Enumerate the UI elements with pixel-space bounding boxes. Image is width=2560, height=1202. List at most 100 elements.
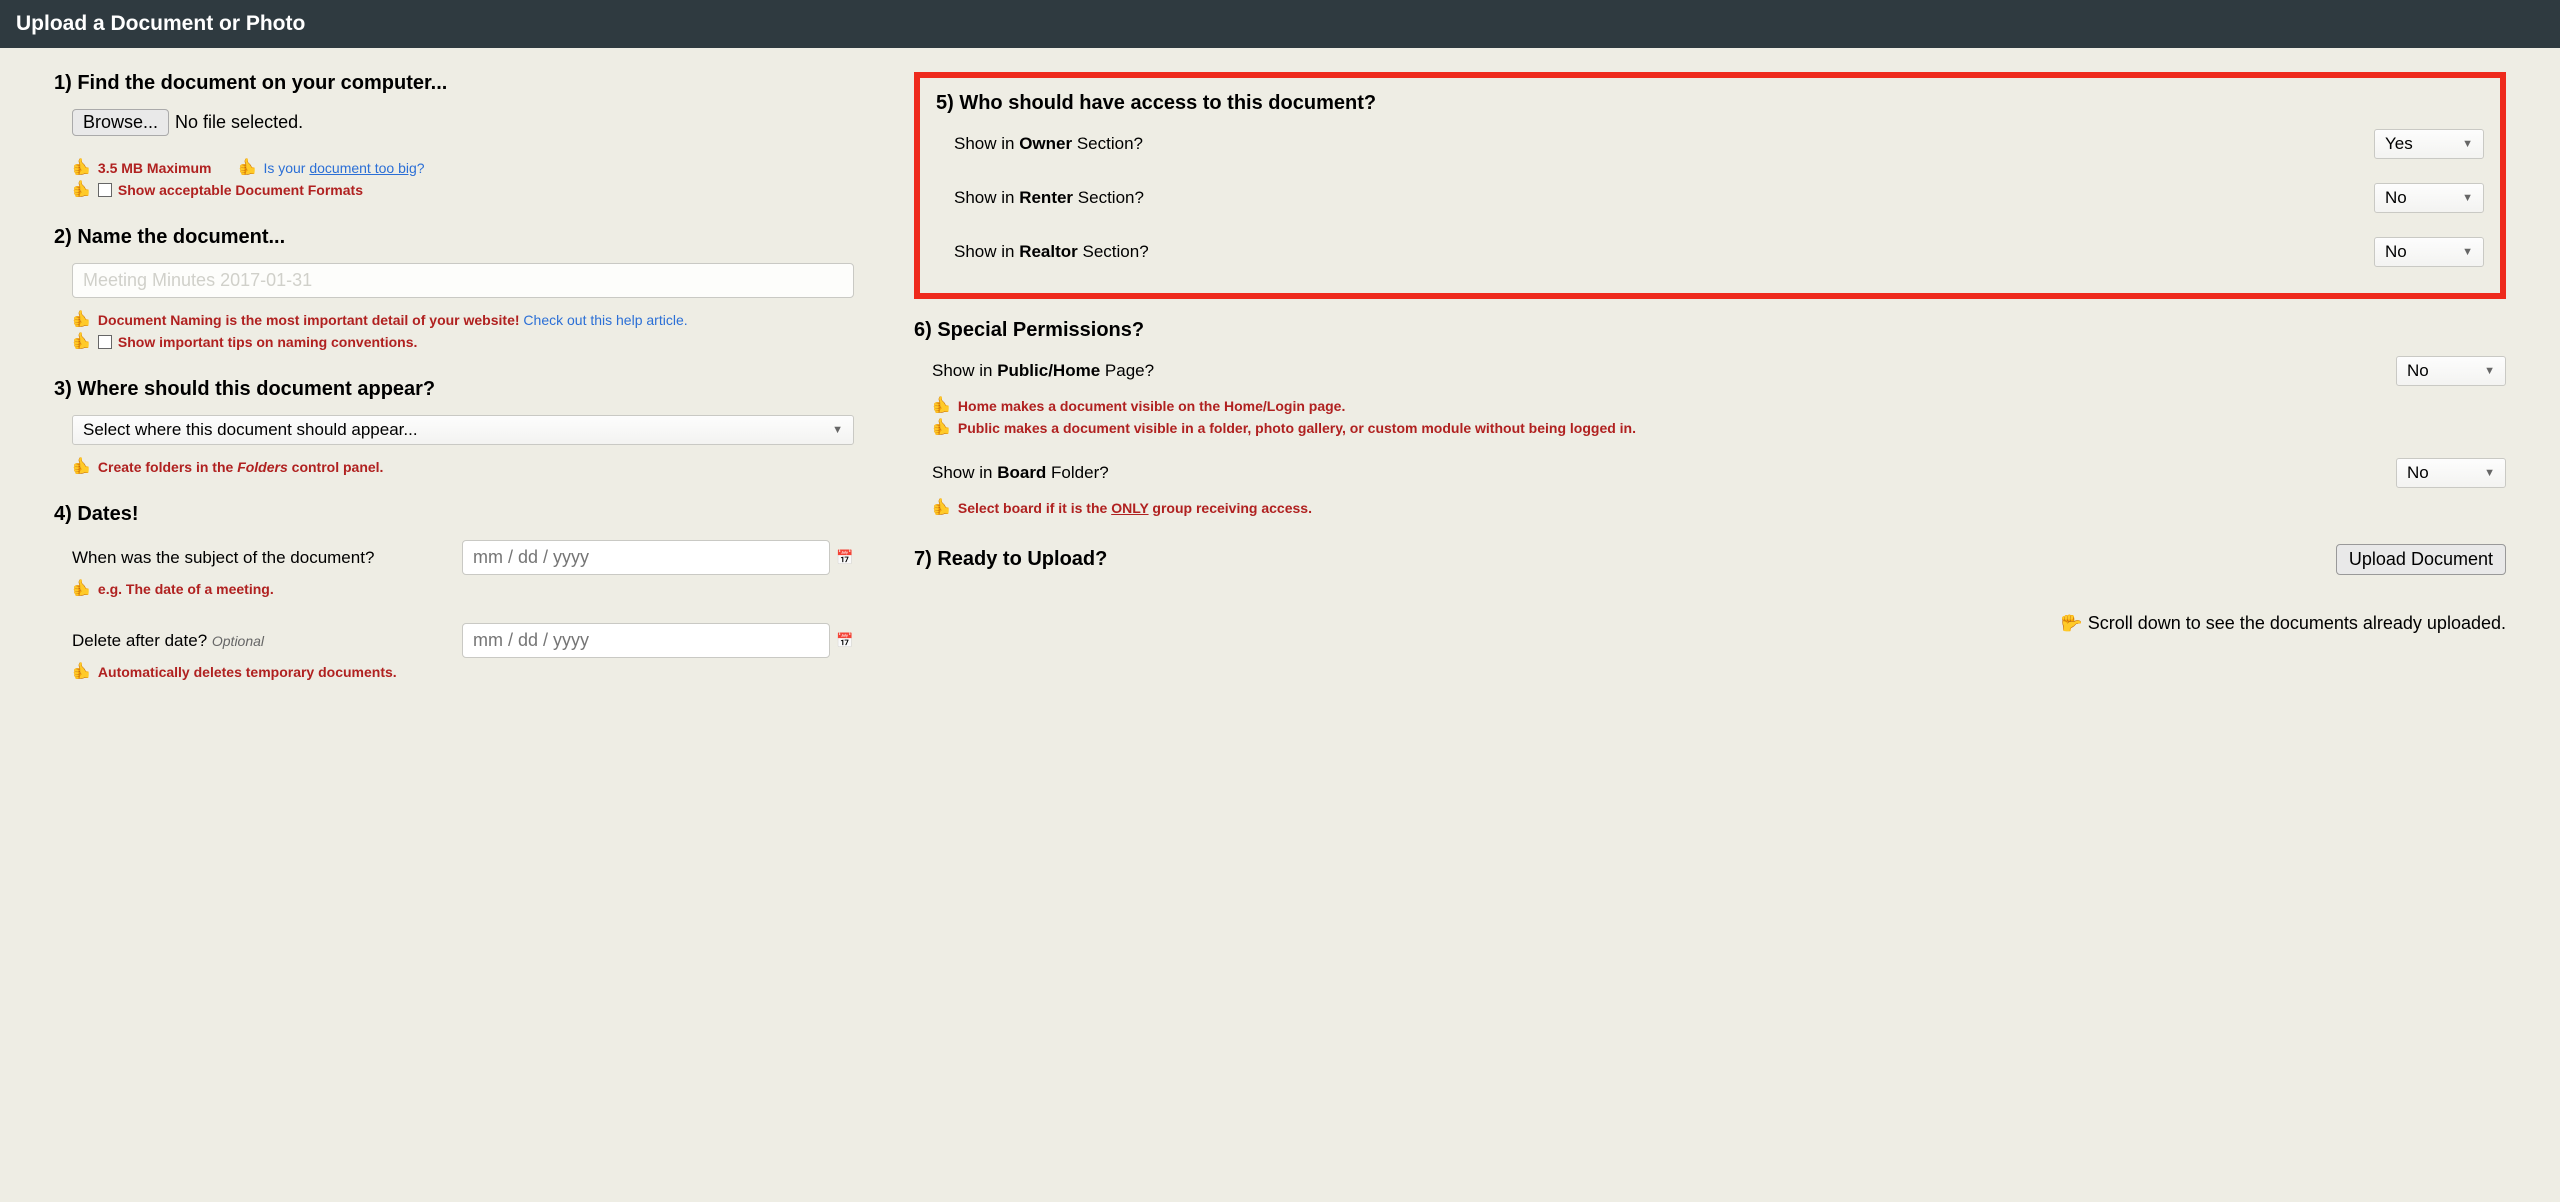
board-post: Folder? xyxy=(1046,463,1108,482)
chevron-down-icon: ▼ xyxy=(832,424,843,436)
location-select-value: Select where this document should appear… xyxy=(83,420,418,440)
left-column: 1) Find the document on your computer...… xyxy=(54,72,854,708)
tip-icon: 👍 xyxy=(238,160,258,176)
board-tip-2: group receiving access. xyxy=(1149,500,1312,516)
section-name-document: 2) Name the document... 👍 Document Namin… xyxy=(54,226,854,350)
tip-icon: 👍 xyxy=(72,182,92,198)
section-1-title: 1) Find the document on your computer... xyxy=(54,72,854,95)
renter-bold: Renter xyxy=(1019,188,1073,207)
tip-icon: 👍 xyxy=(72,312,92,328)
realtor-select-value: No xyxy=(2385,242,2407,262)
section-6-title: 6) Special Permissions? xyxy=(914,319,2506,342)
no-file-label: No file selected. xyxy=(175,112,303,133)
calendar-icon[interactable]: 📅 xyxy=(836,632,854,650)
upload-document-button[interactable]: Upload Document xyxy=(2336,544,2506,575)
folders-tip-3: control panel. xyxy=(288,459,384,475)
section-3-title: 3) Where should this document appear? xyxy=(54,378,854,401)
renter-select[interactable]: No ▼ xyxy=(2374,183,2484,213)
realtor-pre: Show in xyxy=(954,242,1019,261)
tip-icon: 👍 xyxy=(932,398,952,414)
tip-icon: 👍 xyxy=(72,581,92,597)
scroll-hint-text: Scroll down to see the documents already… xyxy=(2088,613,2506,633)
renter-select-value: No xyxy=(2385,188,2407,208)
is-your-label: Is your xyxy=(263,160,309,176)
browse-button[interactable]: Browse... xyxy=(72,109,169,136)
tip-icon: 👍 xyxy=(72,664,92,680)
owner-pre: Show in xyxy=(954,134,1019,153)
access-highlight-box: 5) Who should have access to this docume… xyxy=(914,72,2506,299)
public-folder-bold: folder, photo gallery, or custom module xyxy=(1209,420,1471,436)
public-end: without being logged in. xyxy=(1471,420,1636,436)
document-name-input[interactable] xyxy=(72,263,854,298)
section-5-title: 5) Who should have access to this docume… xyxy=(936,92,2484,115)
owner-select[interactable]: Yes ▼ xyxy=(2374,129,2484,159)
naming-tips-checkbox[interactable] xyxy=(98,335,112,349)
home-rest: makes a document visible on the xyxy=(997,398,1224,414)
public-select[interactable]: No ▼ xyxy=(2396,356,2506,386)
section-upload: 7) Ready to Upload? Upload Document 👍 Sc… xyxy=(914,544,2506,634)
section-7-title: 7) Ready to Upload? xyxy=(914,548,1107,571)
section-dates: 4) Dates! When was the subject of the do… xyxy=(54,503,854,680)
renter-pre: Show in xyxy=(954,188,1019,207)
show-formats-label[interactable]: Show acceptable Document Formats xyxy=(118,182,363,198)
tip-icon: 👍 xyxy=(932,500,952,516)
tip-icon: 👍 xyxy=(72,334,92,350)
chevron-down-icon: ▼ xyxy=(2462,192,2473,204)
realtor-bold: Realtor xyxy=(1019,242,1078,261)
question-mark: ? xyxy=(417,160,425,176)
subject-date-tip: e.g. The date of a meeting. xyxy=(98,581,274,597)
delete-date-input[interactable] xyxy=(462,623,830,658)
page-body: 1) Find the document on your computer...… xyxy=(0,48,2560,748)
formats-checkbox[interactable] xyxy=(98,183,112,197)
delete-date-label: Delete after date? xyxy=(72,631,212,650)
section-2-title: 2) Name the document... xyxy=(54,226,854,249)
public-bold-2: Public xyxy=(958,420,1000,436)
home-end: page. xyxy=(1305,398,1345,414)
section-special-permissions: 6) Special Permissions? Show in Public/H… xyxy=(914,319,2506,516)
naming-tips-label[interactable]: Show important tips on naming convention… xyxy=(118,334,417,350)
owner-select-value: Yes xyxy=(2385,134,2413,154)
chevron-down-icon: ▼ xyxy=(2484,365,2495,377)
home-login-bold: Home/Login xyxy=(1224,398,1305,414)
board-pre: Show in xyxy=(932,463,997,482)
naming-help-link[interactable]: Check out this help article. xyxy=(523,312,687,328)
public-post: Page? xyxy=(1100,361,1154,380)
section-find-document: 1) Find the document on your computer...… xyxy=(54,72,854,198)
section-4-title: 4) Dates! xyxy=(54,503,854,526)
public-rest: makes a document visible in a xyxy=(1000,420,1209,436)
delete-date-tip: Automatically deletes temporary document… xyxy=(98,664,397,680)
tip-icon: 👍 xyxy=(72,160,92,176)
public-pre: Show in xyxy=(932,361,997,380)
subject-date-input[interactable] xyxy=(462,540,830,575)
tip-icon: 👍 xyxy=(932,420,952,436)
realtor-select[interactable]: No ▼ xyxy=(2374,237,2484,267)
chevron-down-icon: ▼ xyxy=(2462,138,2473,150)
subject-date-label: When was the subject of the document? xyxy=(72,548,452,568)
naming-important-label: Document Naming is the most important de… xyxy=(98,312,524,328)
doc-too-big-link[interactable]: document too big xyxy=(309,160,416,176)
optional-label: Optional xyxy=(212,633,264,649)
location-select[interactable]: Select where this document should appear… xyxy=(72,415,854,445)
max-size-label: 3.5 MB Maximum xyxy=(98,160,212,176)
board-bold: Board xyxy=(997,463,1046,482)
folders-tip-1: Create folders in the xyxy=(98,459,237,475)
chevron-down-icon: ▼ xyxy=(2484,467,2495,479)
page-title: Upload a Document or Photo xyxy=(16,12,305,35)
section-where-appear: 3) Where should this document appear? Se… xyxy=(54,378,854,475)
owner-bold: Owner xyxy=(1019,134,1072,153)
board-only: ONLY xyxy=(1111,500,1148,516)
chevron-down-icon: ▼ xyxy=(2462,246,2473,258)
realtor-post: Section? xyxy=(1078,242,1149,261)
right-column: 5) Who should have access to this docume… xyxy=(914,72,2506,708)
board-select-value: No xyxy=(2407,463,2429,483)
owner-post: Section? xyxy=(1072,134,1143,153)
tip-icon: 👍 xyxy=(72,459,92,475)
page-header: Upload a Document or Photo xyxy=(0,0,2560,48)
calendar-icon[interactable]: 📅 xyxy=(836,549,854,567)
public-select-value: No xyxy=(2407,361,2429,381)
board-select[interactable]: No ▼ xyxy=(2396,458,2506,488)
finger-down-icon: 👍 xyxy=(2061,612,2082,634)
home-bold: Home xyxy=(958,398,997,414)
board-tip-1: Select board if it is the xyxy=(958,500,1111,516)
renter-post: Section? xyxy=(1073,188,1144,207)
